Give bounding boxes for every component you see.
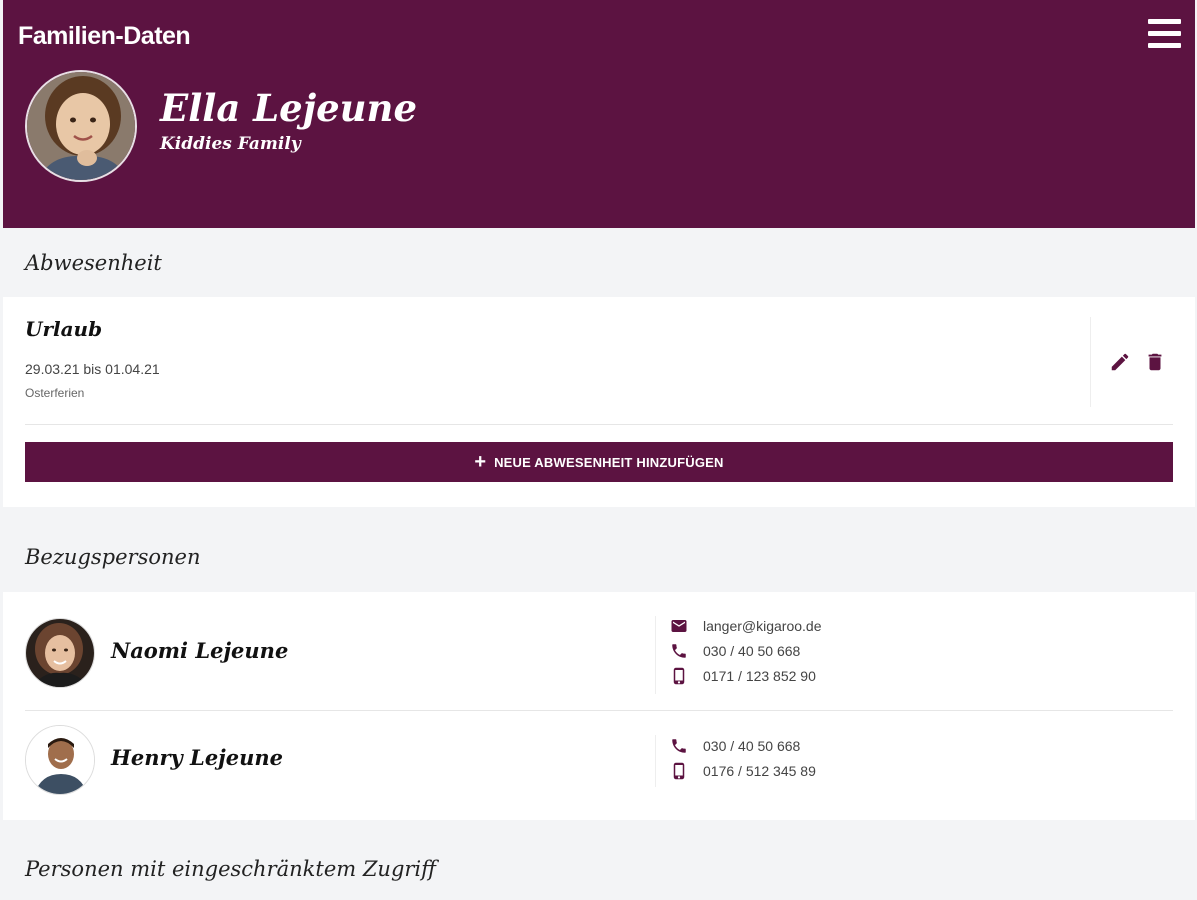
absence-divider: [1090, 317, 1091, 407]
profile-name: Ella Lejeune: [160, 86, 417, 130]
contact-phone[interactable]: 030 / 40 50 668: [670, 640, 800, 662]
plus-icon: +: [474, 451, 487, 473]
person-separator: [25, 710, 1173, 711]
contact-value: 030 / 40 50 668: [703, 643, 801, 659]
mail-icon: [670, 617, 688, 635]
person-name: Naomi Lejeune: [111, 638, 289, 663]
hamburger-menu-icon[interactable]: [1148, 17, 1181, 50]
avatar: [25, 725, 95, 795]
person-name: Henry Lejeune: [111, 745, 284, 770]
app-title: Familien-Daten: [18, 22, 191, 50]
add-absence-button[interactable]: + NEUE ABWESENHEIT HINZUFÜGEN: [25, 442, 1173, 482]
phone-icon: [670, 737, 688, 755]
absence-dates: 29.03.21 bis 01.04.21: [25, 361, 160, 377]
contact-divider: [655, 616, 656, 694]
contact-value: 0176 / 512 345 89: [703, 763, 816, 779]
contact-value: 030 / 40 50 668: [703, 738, 801, 754]
avatar: [25, 618, 95, 688]
contact-email[interactable]: langer@kigaroo.de: [670, 615, 822, 637]
contact-mobile[interactable]: 0176 / 512 345 89: [670, 760, 816, 782]
contacts-card: Naomi Lejeune langer@kigaroo.de 030 / 40…: [3, 592, 1195, 820]
contact-value: langer@kigaroo.de: [703, 618, 822, 634]
contact-phone[interactable]: 030 / 40 50 668: [670, 735, 800, 757]
profile-group: Kiddies Family: [160, 134, 301, 154]
absence-note: Osterferien: [25, 386, 85, 400]
section-title-absence: Abwesenheit: [25, 251, 162, 275]
child-avatar: [25, 70, 137, 182]
delete-trash-icon[interactable]: [1144, 351, 1166, 373]
profile-header: Familien-Daten Ella Lejeune Kiddies Fami…: [3, 0, 1195, 228]
contact-value: 0171 / 123 852 90: [703, 668, 816, 684]
mobile-icon: [670, 667, 688, 685]
section-title-restricted: Personen mit eingeschränktem Zugriff: [25, 857, 437, 881]
edit-pencil-icon[interactable]: [1109, 351, 1131, 373]
section-title-contacts: Bezugspersonen: [25, 545, 201, 569]
absence-separator: [25, 424, 1173, 425]
contact-divider: [655, 735, 656, 787]
absence-card: Urlaub 29.03.21 bis 01.04.21 Osterferien…: [3, 297, 1195, 507]
phone-icon: [670, 642, 688, 660]
contact-mobile[interactable]: 0171 / 123 852 90: [670, 665, 816, 687]
mobile-icon: [670, 762, 688, 780]
add-absence-label: NEUE ABWESENHEIT HINZUFÜGEN: [494, 454, 724, 470]
absence-title: Urlaub: [25, 317, 103, 341]
